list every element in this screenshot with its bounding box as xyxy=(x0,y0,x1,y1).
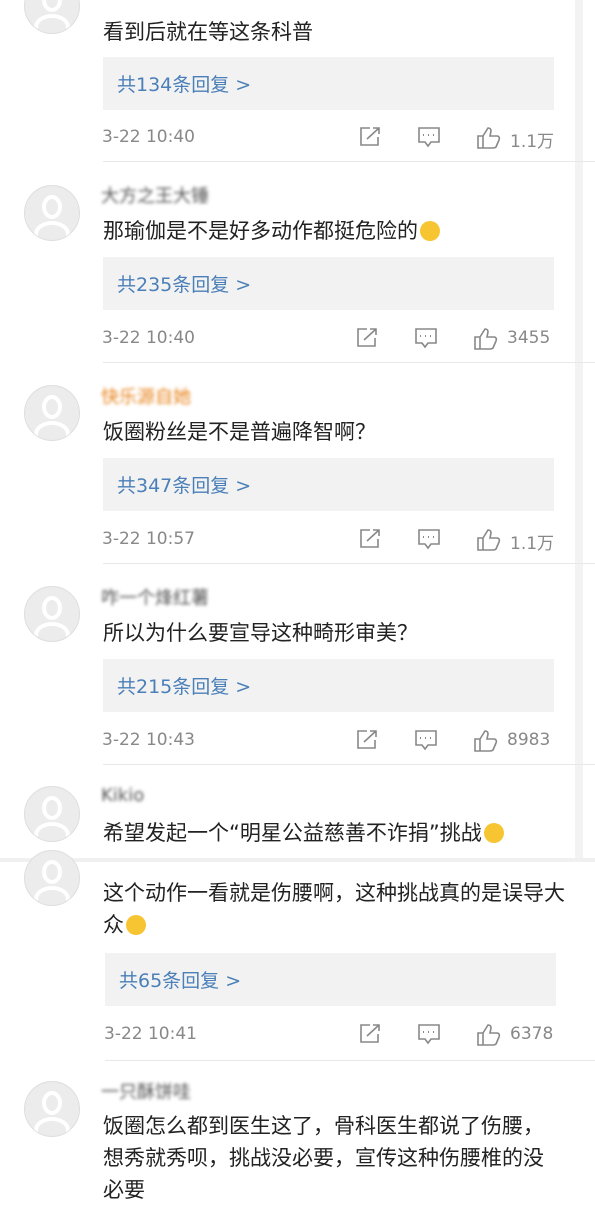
like-count: 1.1万 xyxy=(510,534,555,554)
divider xyxy=(105,1060,595,1061)
comment-meta: 3-22 10:41 6378 xyxy=(104,1021,557,1049)
comment-text: 饭圈粉丝是不是普遍降智啊？ xyxy=(103,420,376,444)
comment-icon[interactable] xyxy=(414,729,438,751)
reply-link[interactable]: 共347条回复 > xyxy=(103,458,554,511)
share-icon[interactable] xyxy=(358,1023,382,1045)
comment-meta: 3-22 10:43 8983 xyxy=(102,727,555,755)
reply-count: 共65条回复 > xyxy=(119,970,242,992)
like-count: 6378 xyxy=(510,1024,554,1044)
like-icon[interactable] xyxy=(476,528,502,552)
comment-meta: 3-22 10:40 1.1万 xyxy=(102,124,555,152)
timestamp: 3-22 10:40 xyxy=(102,328,195,348)
screenshot-seam xyxy=(0,858,595,862)
timestamp: 3-22 10:43 xyxy=(102,730,195,750)
right-strip xyxy=(575,0,583,860)
comment-text: 看到后就在等这条科普 xyxy=(103,20,313,44)
comment-icon[interactable] xyxy=(417,528,441,550)
timestamp: 3-22 10:40 xyxy=(102,127,195,147)
username[interactable]: 大方之王大锤 xyxy=(101,182,209,208)
comment-text-content: 那瑜伽是不是好多动作都挺危险的 xyxy=(103,219,418,243)
like-icon[interactable] xyxy=(473,327,499,351)
avatar[interactable] xyxy=(24,786,80,842)
comment-text: 希望发起一个“明星公益慈善不诈捐”挑战 xyxy=(103,817,573,849)
smile-emoji xyxy=(483,823,504,843)
timestamp: 3-22 10:57 xyxy=(102,529,195,549)
reply-count: 共215条回复 > xyxy=(117,676,252,698)
avatar[interactable] xyxy=(24,385,80,441)
comment-text: 这个动作一看就是伤腰啊，这种挑战真的是误导大众 xyxy=(103,877,565,941)
like-icon[interactable] xyxy=(476,1023,502,1047)
grin-emoji xyxy=(126,915,146,935)
comment-icon[interactable] xyxy=(414,327,438,349)
like-count: 1.1万 xyxy=(510,132,555,152)
avatar[interactable] xyxy=(24,0,80,34)
divider xyxy=(103,563,595,564)
comment-meta: 3-22 10:40 3455 xyxy=(102,325,555,353)
laughing-tears-emoji xyxy=(420,221,440,241)
username[interactable]: Kikio xyxy=(101,785,144,806)
reply-count: 共235条回复 > xyxy=(117,274,252,296)
share-icon[interactable] xyxy=(355,327,379,349)
divider xyxy=(103,764,595,765)
reply-count: 共347条回复 > xyxy=(117,475,252,497)
like-icon[interactable] xyxy=(473,729,499,753)
comment-meta: 3-22 10:57 1.1万 xyxy=(102,526,555,554)
username[interactable]: 咋一个烽红薯 xyxy=(101,584,209,610)
timestamp: 3-22 10:41 xyxy=(104,1024,197,1044)
reply-count: 共134条回复 > xyxy=(117,74,252,96)
reply-link[interactable]: 共215条回复 > xyxy=(103,659,554,712)
avatar[interactable] xyxy=(24,850,80,906)
avatar[interactable] xyxy=(24,185,80,241)
comment-text: 那瑜伽是不是好多动作都挺危险的 xyxy=(103,215,563,247)
username[interactable]: 一只酥饼哇 xyxy=(101,1078,191,1104)
share-icon[interactable] xyxy=(355,729,379,751)
share-icon[interactable] xyxy=(358,528,382,550)
reply-link[interactable]: 共65条回复 > xyxy=(105,953,556,1006)
share-icon[interactable] xyxy=(358,126,382,148)
avatar[interactable] xyxy=(24,586,80,642)
comment-icon[interactable] xyxy=(417,126,441,148)
comment-text-content: 希望发起一个“明星公益慈善不诈捐”挑战 xyxy=(103,821,482,845)
comment-text: 所以为什么要宣导这种畸形审美？ xyxy=(103,621,418,645)
like-count: 8983 xyxy=(507,730,551,750)
like-count: 3455 xyxy=(507,328,551,348)
reply-link[interactable]: 共134条回复 > xyxy=(103,57,554,110)
comment-icon[interactable] xyxy=(417,1023,441,1045)
comment-text: 饭圈怎么都到医生这了，骨科医生都说了伤腰，想秀就秀呗，挑战没必要，宣传这种伤腰椎… xyxy=(103,1114,544,1202)
reply-link[interactable]: 共235条回复 > xyxy=(103,257,554,310)
divider xyxy=(103,362,595,363)
comment-text-content: 这个动作一看就是伤腰啊，这种挑战真的是误导大众 xyxy=(103,881,565,937)
divider xyxy=(103,161,595,162)
username[interactable]: 快乐源自她 xyxy=(101,383,191,409)
avatar[interactable] xyxy=(24,1081,80,1137)
like-icon[interactable] xyxy=(476,126,502,150)
